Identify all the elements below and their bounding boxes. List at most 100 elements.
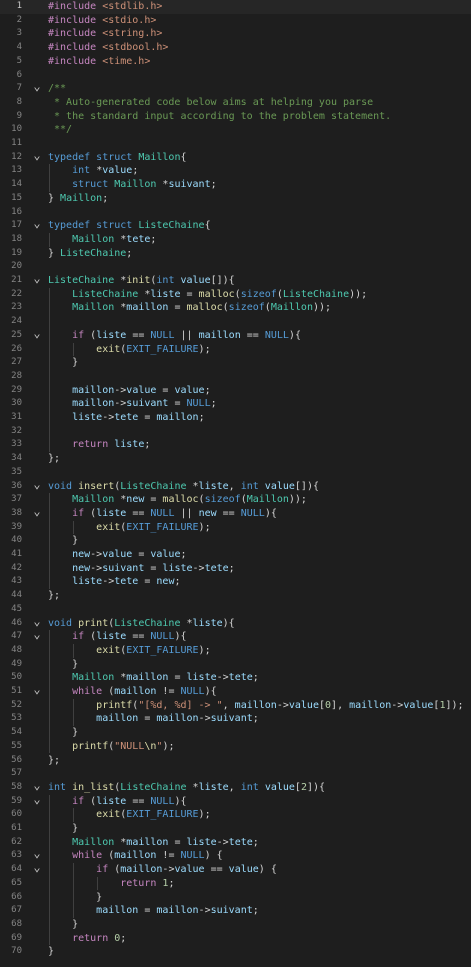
- chevron-down-icon[interactable]: ⌄: [32, 861, 42, 873]
- code-line[interactable]: 57: [0, 767, 471, 781]
- code-line[interactable]: 27 }: [0, 356, 471, 370]
- code-line[interactable]: 33 return liste;: [0, 438, 471, 452]
- code-line[interactable]: 8 * Auto-generated code below aims at he…: [0, 96, 471, 110]
- code-line[interactable]: 2 #include <stdio.h>: [0, 14, 471, 28]
- code-line[interactable]: 55 printf("NULL\n");: [0, 740, 471, 754]
- code-token: ;: [126, 247, 133, 259]
- chevron-down-icon[interactable]: ⌄: [32, 847, 42, 859]
- code-line[interactable]: 30 maillon->suivant = NULL;: [0, 397, 471, 411]
- line-number: 36: [11, 480, 22, 491]
- chevron-down-icon[interactable]: ⌄: [32, 149, 42, 161]
- chevron-down-icon[interactable]: ⌄: [32, 628, 42, 640]
- code-line[interactable]: 24: [0, 315, 471, 329]
- code-line[interactable]: 39 exit(EXIT_FAILURE);: [0, 521, 471, 535]
- code-line[interactable]: 51 ⌄ while (maillon != NULL){: [0, 683, 471, 699]
- code-token: ->: [114, 384, 127, 396]
- chevron-down-icon[interactable]: ⌄: [32, 683, 42, 695]
- code-line[interactable]: 35: [0, 466, 471, 480]
- chevron-down-icon[interactable]: ⌄: [32, 327, 42, 339]
- code-line[interactable]: 17 ⌄ typedef struct ListeChaine{: [0, 217, 471, 233]
- code-line[interactable]: 49 }: [0, 658, 471, 672]
- code-line[interactable]: 40 }: [0, 534, 471, 548]
- code-line[interactable]: 5 #include <time.h>: [0, 55, 471, 69]
- chevron-down-icon[interactable]: ⌄: [32, 272, 42, 284]
- code-line[interactable]: 1 #include <stdlib.h>: [0, 0, 471, 14]
- code-line[interactable]: 23 Maillon *maillon = malloc(sizeof(Mail…: [0, 301, 471, 315]
- code-line[interactable]: 41 new->value = value;: [0, 548, 471, 562]
- code-line[interactable]: 19} ListeChaine;: [0, 247, 471, 261]
- code-token: Maillon: [72, 233, 121, 245]
- code-line[interactable]: 70}: [0, 945, 471, 959]
- code-line[interactable]: 42 new->suivant = liste->tete;: [0, 562, 471, 576]
- code-token: ) {: [204, 850, 223, 862]
- code-line[interactable]: 50 Maillon *maillon = liste->tete;: [0, 671, 471, 685]
- code-token: #include: [48, 55, 103, 67]
- code-line[interactable]: 11: [0, 137, 471, 151]
- code-line[interactable]: 52 printf("[%d, %d] -> ", maillon->value…: [0, 699, 471, 713]
- chevron-down-icon[interactable]: ⌄: [32, 80, 42, 92]
- code-line[interactable]: 22 ListeChaine *liste = malloc(sizeof(Li…: [0, 288, 471, 302]
- code-line[interactable]: 7 ⌄ /**: [0, 80, 471, 96]
- code-line[interactable]: 46 ⌄ void print(ListeChaine *liste){: [0, 615, 471, 631]
- code-line[interactable]: 68 }: [0, 918, 471, 932]
- chevron-down-icon[interactable]: ⌄: [32, 217, 42, 229]
- code-line[interactable]: 44};: [0, 589, 471, 603]
- code-line[interactable]: 18 Maillon *tete;: [0, 233, 471, 247]
- code-line[interactable]: 67 maillon = maillon->suivant;: [0, 904, 471, 918]
- code-line[interactable]: 61 }: [0, 822, 471, 836]
- code-line[interactable]: 54 }: [0, 726, 471, 740]
- line-number: 48: [11, 644, 22, 655]
- code-token: /**: [48, 83, 67, 95]
- code-line[interactable]: 6: [0, 69, 471, 83]
- code-line[interactable]: 3 #include <string.h>: [0, 27, 471, 41]
- code-line[interactable]: 15} Maillon;: [0, 192, 471, 206]
- code-line[interactable]: 63 ⌄ while (maillon != NULL) {: [0, 847, 471, 863]
- code-token: ;: [120, 932, 127, 944]
- code-line[interactable]: 34};: [0, 452, 471, 466]
- code-line[interactable]: 38 ⌄ if (liste == NULL || new == NULL){: [0, 505, 471, 521]
- code-line[interactable]: 28: [0, 370, 471, 384]
- code-line[interactable]: 16: [0, 206, 471, 220]
- code-line[interactable]: 26 exit(EXIT_FAILURE);: [0, 343, 471, 357]
- code-text: };: [48, 589, 60, 603]
- chevron-down-icon[interactable]: ⌄: [32, 478, 42, 490]
- code-token: liste: [72, 412, 103, 423]
- code-line[interactable]: 32: [0, 425, 471, 439]
- line-number: 40: [11, 535, 22, 546]
- code-line[interactable]: 47 ⌄ if (liste == NULL){: [0, 628, 471, 644]
- code-editor[interactable]: 1 #include <stdlib.h> 2 #include <stdio.h> 3…: [0, 0, 471, 967]
- line-number: 33: [11, 439, 22, 450]
- code-line[interactable]: 66 }: [0, 891, 471, 905]
- code-line[interactable]: 36 ⌄ void insert(ListeChaine *liste, int v…: [0, 478, 471, 494]
- code-line[interactable]: 14 struct Maillon *suivant;: [0, 178, 471, 192]
- code-line[interactable]: 53 maillon = maillon->suivant;: [0, 712, 471, 726]
- code-line[interactable]: 60 exit(EXIT_FAILURE);: [0, 808, 471, 822]
- code-line[interactable]: 21 ⌄ ListeChaine *init(int value[]){: [0, 272, 471, 288]
- code-text: #include <stdio.h>: [48, 14, 156, 28]
- code-token: <string.h>: [102, 28, 163, 40]
- code-line[interactable]: 64 ⌄ if (maillon->value == value) {: [0, 861, 471, 877]
- code-line[interactable]: 13 int *value;: [0, 164, 471, 178]
- code-line[interactable]: 65 return 1;: [0, 877, 471, 891]
- code-line[interactable]: 10 **/: [0, 123, 471, 137]
- code-line[interactable]: 43 liste->tete = new;: [0, 575, 471, 589]
- code-line[interactable]: 37 Maillon *new = malloc(sizeof(Maillon)…: [0, 493, 471, 507]
- code-line[interactable]: 12 ⌄ typedef struct Maillon{: [0, 149, 471, 165]
- chevron-down-icon[interactable]: ⌄: [32, 779, 42, 791]
- chevron-down-icon[interactable]: ⌄: [32, 505, 42, 517]
- code-line[interactable]: 58 ⌄ int in_list(ListeChaine *liste, int v…: [0, 779, 471, 795]
- chevron-down-icon[interactable]: ⌄: [32, 615, 42, 627]
- code-line[interactable]: 69 return 0;: [0, 932, 471, 946]
- code-line[interactable]: 56};: [0, 754, 471, 768]
- code-line[interactable]: 20: [0, 260, 471, 274]
- code-line[interactable]: 29 maillon->value = value;: [0, 384, 471, 398]
- code-line[interactable]: 59 ⌄ if (liste == NULL){: [0, 793, 471, 809]
- code-line[interactable]: 4 #include <stdbool.h>: [0, 41, 471, 55]
- code-line[interactable]: 31 liste->tete = maillon;: [0, 411, 471, 425]
- code-line[interactable]: 25 ⌄ if (liste == NULL || maillon == NULL…: [0, 327, 471, 343]
- code-line[interactable]: 9 * the standard input according to the …: [0, 110, 471, 124]
- chevron-down-icon[interactable]: ⌄: [32, 793, 42, 805]
- code-line[interactable]: 48 exit(EXIT_FAILURE);: [0, 644, 471, 658]
- code-line[interactable]: 45: [0, 603, 471, 617]
- code-line[interactable]: 62 Maillon *maillon = liste->tete;: [0, 836, 471, 850]
